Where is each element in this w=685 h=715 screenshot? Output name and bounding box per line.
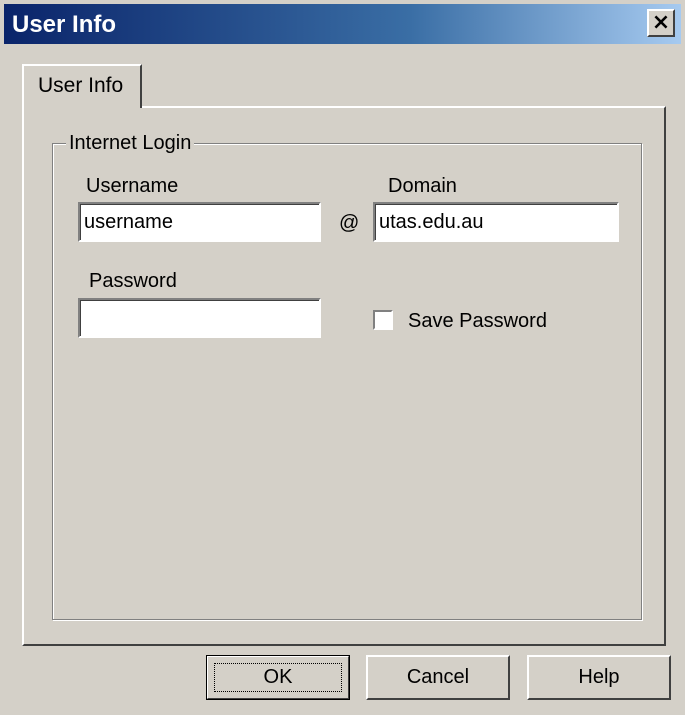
tab-user-info-label: User Info (38, 74, 124, 97)
user-info-dialog: User Info × User Info Internet Login Use… (0, 0, 685, 715)
help-button[interactable]: Help (527, 655, 671, 700)
help-button-label: Help (578, 666, 620, 688)
close-button[interactable]: × (647, 9, 675, 37)
domain-input[interactable]: utas.edu.au (373, 202, 619, 242)
username-input[interactable]: username (78, 202, 321, 242)
domain-label: Domain (388, 175, 457, 197)
ok-focus-ring (214, 663, 342, 692)
password-label: Password (89, 270, 177, 292)
save-password-label[interactable]: Save Password (408, 310, 547, 333)
internet-login-group-label: Internet Login (66, 132, 195, 155)
ok-button[interactable]: OK (206, 655, 350, 700)
password-input[interactable] (78, 298, 321, 338)
cancel-button-label: Cancel (406, 666, 470, 688)
cancel-button[interactable]: Cancel (366, 655, 510, 700)
at-sign: @ (339, 212, 360, 234)
close-icon: × (651, 10, 671, 35)
save-password-checkbox[interactable] (373, 310, 393, 330)
username-label: Username (86, 175, 179, 197)
window-title: User Info (12, 11, 117, 38)
title-bar[interactable]: User Info × (4, 4, 681, 44)
tab-user-info[interactable]: User Info (22, 64, 142, 108)
